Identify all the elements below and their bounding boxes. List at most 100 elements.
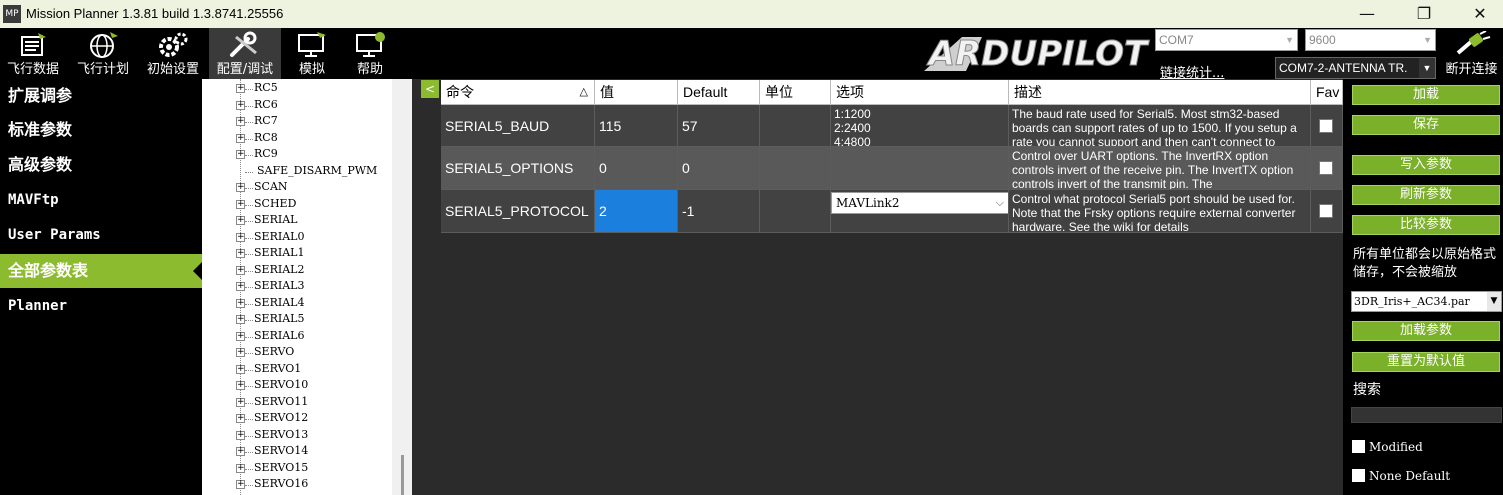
minimize-button[interactable]: — bbox=[1339, 0, 1395, 28]
connection-select[interactable]: COM7-2-ANTENNA TR. ▼ bbox=[1275, 57, 1436, 79]
fav-checkbox[interactable] bbox=[1319, 161, 1333, 175]
config-tuning-button[interactable]: 配置/调试 bbox=[209, 28, 281, 79]
tree-item-label: SERIAL5 bbox=[254, 312, 305, 325]
app-icon: MP bbox=[3, 5, 21, 23]
col-header-description[interactable]: 描述 bbox=[1009, 80, 1311, 105]
menu-full-param-list[interactable]: 全部参数表 bbox=[0, 254, 202, 288]
expand-icon[interactable]: + bbox=[236, 265, 245, 275]
help-monitor-icon bbox=[356, 32, 385, 57]
expand-icon[interactable]: + bbox=[236, 100, 245, 110]
col-header-command[interactable]: 命令 △ bbox=[441, 80, 595, 105]
none-default-checkbox[interactable]: None Default bbox=[1352, 467, 1502, 485]
expand-icon[interactable]: + bbox=[236, 183, 245, 192]
protocol-select[interactable]: MAVLink2 ⌵ bbox=[831, 192, 1008, 214]
help-label: 帮助 bbox=[356, 62, 383, 77]
checkbox-box[interactable] bbox=[1352, 469, 1365, 482]
expand-icon[interactable]: + bbox=[236, 249, 245, 258]
tree-item-label: SERVO12 bbox=[254, 411, 309, 424]
help-button[interactable]: 帮助 bbox=[342, 28, 398, 79]
expand-icon[interactable]: + bbox=[236, 315, 245, 324]
menu-mavftp[interactable]: MAVFtp bbox=[0, 183, 202, 217]
expand-icon[interactable]: + bbox=[236, 282, 245, 291]
tree-item-label: SERVO16 bbox=[254, 477, 309, 490]
menu-extended-tuning[interactable]: 扩展调参 bbox=[0, 79, 202, 113]
initial-setup-button[interactable]: 初始设置 bbox=[140, 28, 206, 79]
simulation-button[interactable]: 模拟 bbox=[284, 28, 340, 79]
title-bar: MP Mission Planner 1.3.81 build 1.3.8741… bbox=[0, 0, 1503, 28]
expand-icon[interactable]: + bbox=[236, 133, 245, 143]
collapse-tree-button[interactable]: < bbox=[421, 80, 439, 98]
fav-checkbox[interactable] bbox=[1319, 119, 1333, 133]
expand-icon[interactable]: + bbox=[236, 348, 245, 357]
fav-checkbox[interactable] bbox=[1319, 204, 1333, 218]
col-header-fav[interactable]: Fav bbox=[1311, 80, 1343, 105]
col-header-value[interactable]: 值 bbox=[595, 80, 678, 105]
cell-fav bbox=[1311, 190, 1343, 233]
checkbox-box[interactable] bbox=[1352, 440, 1365, 453]
expand-icon[interactable]: + bbox=[236, 430, 245, 440]
search-input[interactable] bbox=[1351, 407, 1502, 423]
expand-icon[interactable]: + bbox=[236, 381, 245, 390]
maximize-button[interactable]: ❐ bbox=[1396, 0, 1452, 28]
cell-command[interactable]: SERIAL5_BAUD bbox=[441, 105, 595, 147]
plug-icon bbox=[1456, 31, 1491, 55]
expand-icon[interactable]: + bbox=[236, 298, 245, 308]
expand-icon[interactable]: + bbox=[236, 480, 245, 489]
save-button[interactable]: 保存 bbox=[1352, 115, 1500, 135]
expand-icon[interactable]: + bbox=[236, 232, 245, 242]
reset-default-button[interactable]: 重置为默认值 bbox=[1352, 352, 1500, 372]
expand-icon[interactable]: + bbox=[236, 84, 245, 93]
initial-setup-label: 初始设置 bbox=[146, 62, 199, 77]
link-stats-link[interactable]: 链接统计... bbox=[1160, 62, 1224, 81]
disconnect-button[interactable]: 断开连接 bbox=[1440, 28, 1503, 79]
modified-checkbox[interactable]: Modified bbox=[1352, 438, 1502, 456]
tree-branch-line bbox=[245, 204, 253, 206]
expand-icon[interactable]: + bbox=[236, 199, 245, 209]
expand-icon[interactable]: + bbox=[236, 150, 245, 159]
expand-icon[interactable]: + bbox=[236, 447, 245, 456]
close-button[interactable]: ✕ bbox=[1452, 0, 1503, 28]
col-header-units[interactable]: 单位 bbox=[760, 80, 831, 105]
param-file-select[interactable]: 3DR_Iris+_AC34.par ▼ bbox=[1351, 291, 1502, 312]
cell-command[interactable]: SERIAL5_OPTIONS bbox=[441, 147, 595, 190]
param-actions-panel: 加载 保存 写入参数 刷新参数 比较参数 所有单位都会以原始格式储存，不会被缩放… bbox=[1343, 79, 1503, 495]
tree-item-label: SERIAL2 bbox=[254, 262, 305, 276]
cell-units bbox=[760, 190, 831, 233]
menu-planner[interactable]: Planner bbox=[0, 289, 202, 323]
cell-value[interactable]: 0 bbox=[595, 147, 678, 190]
tree-scrollbar-thumb[interactable] bbox=[401, 455, 404, 495]
tree-branch-line bbox=[245, 138, 253, 140]
tree-item-label: SAFE_DISARM_PWM bbox=[257, 163, 378, 177]
menu-advanced-params[interactable]: 高级参数 bbox=[0, 148, 202, 182]
write-params-button[interactable]: 写入参数 bbox=[1352, 155, 1500, 175]
load-params-button[interactable]: 加载参数 bbox=[1352, 321, 1500, 341]
expand-icon[interactable]: + bbox=[236, 414, 245, 423]
expand-icon[interactable]: + bbox=[236, 364, 245, 374]
flight-data-button[interactable]: 飞行数据 bbox=[0, 28, 66, 79]
col-header-default[interactable]: Default bbox=[678, 80, 760, 105]
port-select[interactable]: COM7 ▼ bbox=[1155, 29, 1298, 51]
expand-icon[interactable]: + bbox=[236, 463, 245, 473]
refresh-params-button[interactable]: 刷新参数 bbox=[1352, 185, 1500, 205]
tree-item-label: SERIAL6 bbox=[254, 328, 305, 342]
flight-plan-button[interactable]: 飞行计划 bbox=[70, 28, 136, 79]
tree-branch-line bbox=[245, 369, 253, 371]
tree-branch-line bbox=[245, 155, 253, 156]
expand-icon[interactable]: + bbox=[236, 216, 245, 225]
cell-command[interactable]: SERIAL5_PROTOCOL bbox=[441, 190, 595, 233]
tree-item-label: SERVO bbox=[254, 345, 295, 358]
cell-value-selected[interactable]: 2 bbox=[595, 190, 678, 233]
expand-icon[interactable]: + bbox=[236, 117, 245, 126]
col-header-options[interactable]: 选项 bbox=[831, 80, 1009, 105]
tree-scrollbar[interactable] bbox=[392, 79, 412, 495]
tree-branch-line bbox=[245, 419, 253, 420]
compare-params-button[interactable]: 比较参数 bbox=[1352, 215, 1500, 235]
expand-icon[interactable]: + bbox=[236, 331, 245, 341]
tree-item-label: SERVO1 bbox=[254, 361, 302, 375]
cell-value[interactable]: 115 bbox=[595, 105, 678, 147]
baud-select[interactable]: 9600 ▼ bbox=[1305, 29, 1436, 51]
load-button[interactable]: 加载 bbox=[1352, 85, 1500, 105]
expand-icon[interactable]: + bbox=[236, 397, 245, 407]
menu-standard-params[interactable]: 标准参数 bbox=[0, 113, 202, 147]
menu-user-params[interactable]: User Params bbox=[0, 218, 202, 252]
